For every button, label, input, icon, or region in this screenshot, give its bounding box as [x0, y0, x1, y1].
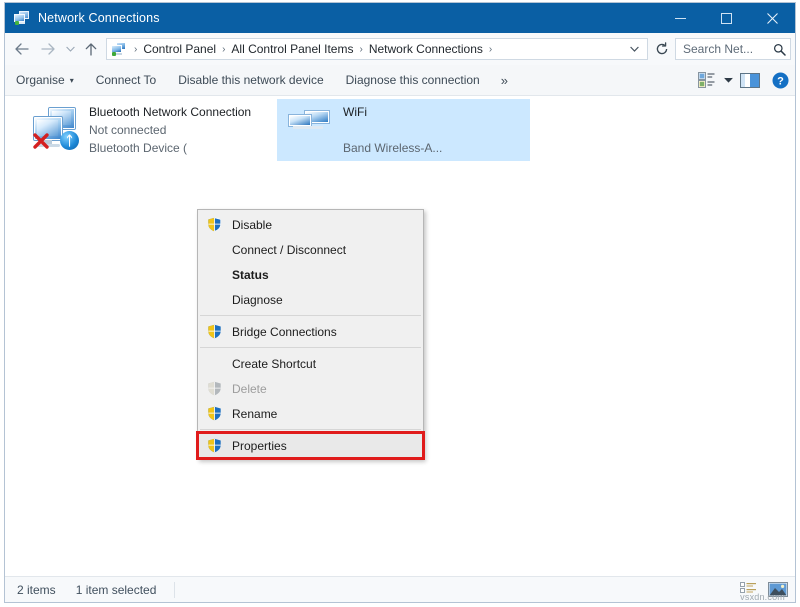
- bluetooth-badge-icon: ᛏ: [60, 131, 79, 150]
- status-divider: [174, 582, 175, 598]
- status-selection: 1 item selected: [56, 583, 157, 597]
- context-menu-label: Rename: [232, 407, 277, 421]
- context-menu-item-delete: Delete: [198, 376, 423, 401]
- refresh-icon[interactable]: [651, 38, 673, 60]
- context-menu-item-connect-disconnect[interactable]: Connect / Disconnect: [198, 237, 423, 262]
- recent-locations-chevron-icon[interactable]: [61, 36, 79, 62]
- no-icon-placeholder: [202, 264, 226, 286]
- context-menu-item-properties[interactable]: Properties: [198, 433, 423, 458]
- context-menu-label: Disable: [232, 218, 272, 232]
- disable-this-network-device-button[interactable]: Disable this network device: [167, 65, 334, 95]
- context-menu-label: Bridge Connections: [232, 325, 337, 339]
- connection-tile-wifi[interactable]: WiFi Band Wireless-A...: [277, 99, 530, 161]
- no-icon-placeholder: [202, 239, 226, 261]
- breadcrumb-all-control-panel-items[interactable]: All Control Panel Items: [229, 42, 355, 56]
- breadcrumb-separator: ›: [355, 44, 366, 55]
- connection-device: Bluetooth Device (: [89, 139, 272, 157]
- uac-shield-icon: [202, 321, 226, 343]
- status-item-count: 2 items: [5, 583, 56, 597]
- context-menu-label: Delete: [232, 382, 267, 396]
- chevron-down-icon: ▾: [70, 76, 74, 85]
- diagnose-this-connection-button[interactable]: Diagnose this connection: [335, 65, 491, 95]
- breadcrumb-separator: ›: [218, 44, 229, 55]
- svg-text:?: ?: [777, 75, 784, 87]
- connection-name: Bluetooth Network Connection: [89, 103, 272, 121]
- connection-name: WiFi: [343, 103, 526, 121]
- navigation-bar: › Control Panel › All Control Panel Item…: [5, 33, 795, 65]
- uac-shield-icon: [202, 435, 226, 457]
- minimize-button[interactable]: [657, 3, 703, 33]
- forward-arrow-icon[interactable]: [35, 36, 61, 62]
- caption-buttons: [657, 3, 795, 33]
- status-bar: 2 items 1 item selected: [5, 576, 795, 602]
- context-menu-item-diagnose[interactable]: Diagnose: [198, 287, 423, 312]
- address-history-chevron-icon[interactable]: [624, 46, 647, 52]
- context-menu: Disable Connect / Disconnect Status Diag…: [197, 209, 424, 460]
- change-view-chevron-icon[interactable]: [721, 65, 735, 95]
- command-bar-overflow-button[interactable]: »: [491, 65, 518, 95]
- context-menu-separator: [200, 315, 421, 316]
- search-box[interactable]: Search Net...: [675, 38, 791, 60]
- back-arrow-icon[interactable]: [9, 36, 35, 62]
- title-bar: Network Connections: [5, 3, 795, 33]
- search-icon[interactable]: [768, 43, 790, 56]
- command-bar: Organise ▾ Connect To Disable this netwo…: [5, 65, 795, 96]
- no-icon-placeholder: [202, 353, 226, 375]
- connection-status: [343, 121, 526, 139]
- breadcrumb-separator: ›: [130, 44, 141, 55]
- change-view-icon[interactable]: [691, 65, 721, 95]
- context-menu-item-rename[interactable]: Rename: [198, 401, 423, 426]
- address-bar[interactable]: › Control Panel › All Control Panel Item…: [106, 38, 648, 60]
- search-input[interactable]: Search Net...: [676, 42, 768, 56]
- connection-tile-bluetooth[interactable]: ᛏ Bluetooth Network Connection Not conne…: [23, 99, 276, 161]
- close-button[interactable]: [749, 3, 795, 33]
- organise-label: Organise: [16, 73, 65, 87]
- breadcrumb-separator: ›: [485, 44, 496, 55]
- help-icon[interactable]: ?: [765, 65, 795, 95]
- context-menu-item-create-shortcut[interactable]: Create Shortcut: [198, 351, 423, 376]
- connect-to-button[interactable]: Connect To: [85, 65, 168, 95]
- uac-shield-icon: [202, 214, 226, 236]
- watermark: vsxdn.com: [740, 592, 785, 602]
- wifi-network-adapter-icon: [285, 105, 333, 153]
- context-menu-separator: [200, 347, 421, 348]
- organise-button[interactable]: Organise ▾: [5, 65, 85, 95]
- no-icon-placeholder: [202, 289, 226, 311]
- maximize-button[interactable]: [703, 3, 749, 33]
- context-menu-label: Diagnose: [232, 293, 283, 307]
- context-menu-label: Connect / Disconnect: [232, 243, 346, 257]
- connection-status: Not connected: [89, 121, 272, 139]
- up-arrow-icon[interactable]: [79, 36, 103, 62]
- bluetooth-network-adapter-icon: ᛏ: [31, 105, 79, 153]
- context-menu-item-status[interactable]: Status: [198, 262, 423, 287]
- context-menu-label: Properties: [232, 439, 287, 453]
- breadcrumb-network-connections[interactable]: Network Connections: [367, 42, 485, 56]
- network-connections-window: Network Connections: [4, 2, 796, 603]
- context-menu-item-disable[interactable]: Disable: [198, 212, 423, 237]
- connection-device: Band Wireless-A...: [343, 139, 526, 157]
- context-menu-label: Create Shortcut: [232, 357, 316, 371]
- window-title: Network Connections: [38, 11, 160, 25]
- screenshot-root: Network Connections: [0, 0, 800, 607]
- context-menu-separator: [200, 429, 421, 430]
- network-connections-icon: [14, 10, 30, 26]
- context-menu-label: Status: [232, 268, 269, 282]
- address-bar-network-icon: [111, 41, 127, 57]
- context-menu-item-bridge-connections[interactable]: Bridge Connections: [198, 319, 423, 344]
- uac-shield-icon: [202, 403, 226, 425]
- uac-shield-icon: [202, 378, 226, 400]
- preview-pane-icon[interactable]: [735, 65, 765, 95]
- breadcrumb-control-panel[interactable]: Control Panel: [141, 42, 218, 56]
- connections-list: ᛏ Bluetooth Network Connection Not conne…: [5, 96, 795, 576]
